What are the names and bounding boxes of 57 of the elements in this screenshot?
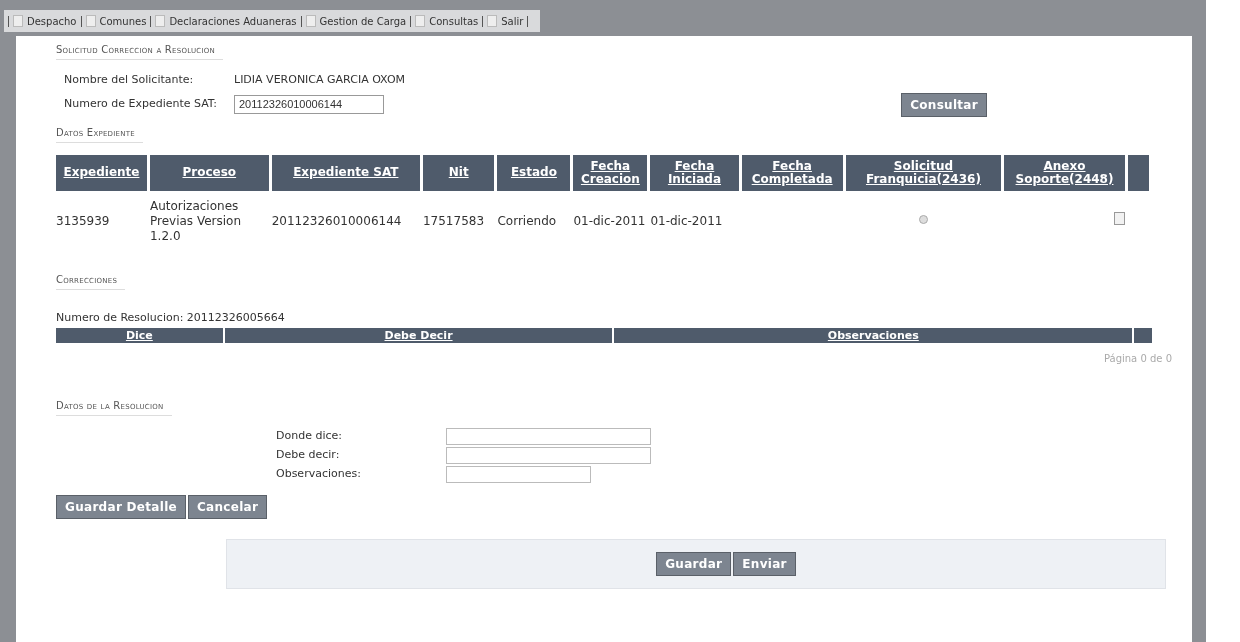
radio-icon[interactable]	[918, 214, 928, 224]
column-header[interactable]: Fecha Completada	[741, 154, 843, 191]
column-header[interactable]: Fecha Iniciada	[650, 154, 739, 191]
page-icon	[305, 15, 316, 27]
column-header[interactable]: Debe Decir	[224, 328, 613, 343]
table-cell-text: 20112326010006144	[271, 212, 403, 230]
file-number-field[interactable]: 20112326010006144	[234, 95, 384, 114]
column-header[interactable]: Expediente	[56, 154, 147, 191]
applicant-name: LIDIA VERONICA GARCIA OXOM	[234, 72, 407, 88]
field-label: Numero de Expediente SAT:	[64, 96, 219, 113]
column-header	[1127, 154, 1149, 191]
column-header[interactable]: Solicitud Franquicia(2436)	[845, 154, 1002, 191]
page-icon	[487, 15, 498, 27]
footer-button[interactable]: Guardar	[656, 552, 732, 576]
column-header[interactable]: Nit	[422, 154, 495, 191]
menu-item[interactable]: Comunes	[99, 13, 147, 29]
table-cell-text: 01-dic-2011	[650, 212, 724, 230]
input-field[interactable]	[446, 428, 651, 445]
section-title: Datos de la Resolucion	[56, 398, 172, 416]
table-cell-text: 01-dic-2011	[573, 212, 647, 230]
column-header[interactable]: Proceso	[150, 154, 269, 191]
field-label: Debe decir:	[276, 447, 341, 464]
input-field[interactable]	[446, 447, 651, 464]
menu-item[interactable]: Declaraciones Aduaneras	[169, 13, 297, 29]
document-icon[interactable]	[1113, 211, 1125, 225]
form-button[interactable]: Cancelar	[188, 495, 268, 519]
page-icon	[13, 15, 23, 27]
footer-button[interactable]: Enviar	[733, 552, 796, 576]
page-icon	[85, 15, 96, 27]
resolution-number: Numero de Resolucion: 20112326005664	[56, 309, 286, 326]
column-header[interactable]: Dice	[56, 328, 223, 343]
column-header	[1134, 328, 1152, 343]
form-button[interactable]: Guardar Detalle	[56, 495, 186, 519]
table-cell-text: Corriendo	[497, 212, 558, 230]
field-label: Nombre del Solicitante:	[64, 72, 195, 88]
menu-item[interactable]: Salir	[501, 13, 524, 29]
column-header[interactable]: Estado	[497, 154, 571, 191]
menu-item[interactable]: Consultas	[429, 13, 479, 29]
section-title: Correcciones	[56, 271, 126, 290]
table-cell-text: 3135939	[56, 212, 111, 230]
menu-item[interactable]: Gestion de Carga	[319, 13, 407, 29]
input-field[interactable]	[446, 466, 591, 483]
field-label: Observaciones:	[276, 466, 362, 483]
column-header[interactable]: Anexo Soporte(2448)	[1004, 154, 1125, 191]
section-title: Solicitud Correccion a Resolucion	[56, 42, 224, 60]
column-header[interactable]: Expediente SAT	[271, 154, 420, 191]
table-cell-text: Autorizaciones Previas Version 1.2.0	[150, 197, 243, 245]
menu-item[interactable]: Despacho	[27, 13, 77, 29]
query-button[interactable]: Consultar	[901, 92, 987, 117]
table-cell-text: 17517583	[422, 212, 486, 230]
section-title: Datos Expediente	[56, 124, 143, 143]
page-icon	[155, 15, 166, 27]
column-header[interactable]: Observaciones	[614, 328, 1133, 343]
page-icon	[415, 15, 426, 27]
column-header[interactable]: Fecha Creacion	[573, 154, 648, 191]
field-label: Donde dice:	[276, 428, 343, 445]
pagination-text: Página 0 de 0	[1103, 352, 1172, 366]
